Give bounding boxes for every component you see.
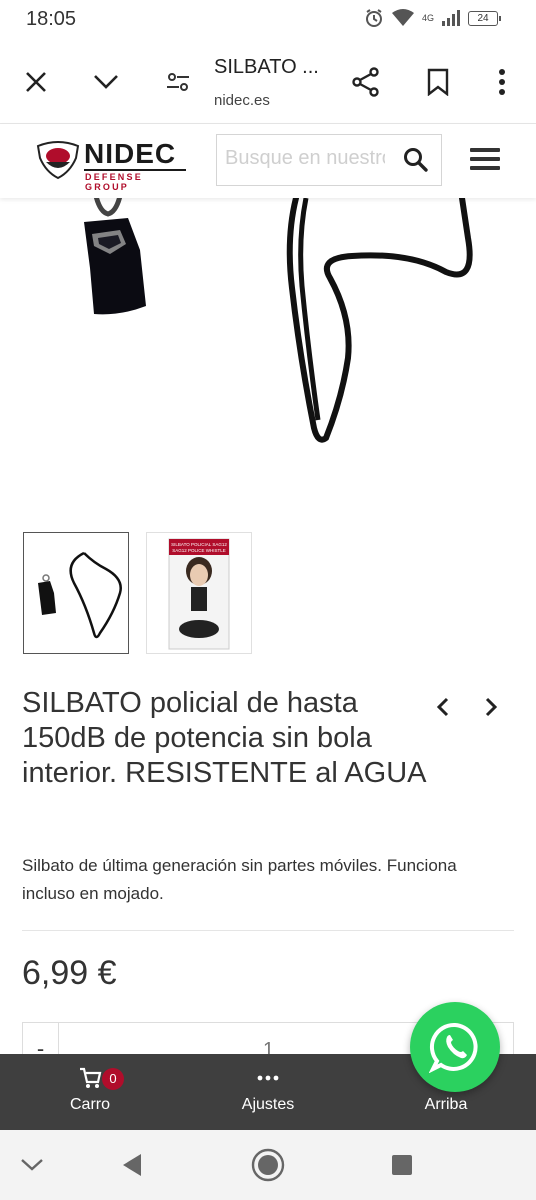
close-icon <box>26 72 46 92</box>
whatsapp-icon <box>429 1022 478 1073</box>
search-button[interactable] <box>403 147 431 175</box>
status-time: 18:05 <box>26 8 77 30</box>
menu-bar <box>470 148 500 152</box>
close-tab-button[interactable] <box>16 62 56 102</box>
site-header: NIDEC DEFENSE GROUP <box>0 124 536 198</box>
menu-button[interactable] <box>470 148 500 174</box>
recents-button[interactable] <box>382 1148 422 1182</box>
package-label-line-2: SAG12 POLICE WHISTLE <box>172 548 226 553</box>
signal-icon <box>442 10 460 26</box>
browser-toolbar: SILBATO ... nidec.es <box>0 40 536 124</box>
minimize-button[interactable] <box>86 62 126 102</box>
tab-title: SILBATO ... <box>214 56 319 78</box>
cart-count-badge: 0 <box>102 1068 124 1090</box>
logo-brand: NIDEC <box>84 138 177 169</box>
settings-label: Ajustes <box>241 1096 295 1113</box>
more-horiz-icon <box>257 1075 279 1081</box>
system-nav-bar <box>0 1130 536 1200</box>
menu-bar <box>470 166 500 170</box>
wifi-icon <box>391 9 414 26</box>
product-title: SILBATO policial de hasta 150dB de poten… <box>22 687 427 789</box>
chevron-down-icon <box>21 1159 43 1171</box>
previous-product-button[interactable] <box>428 690 458 724</box>
logo-tagline: DEFENSE GROUP <box>85 172 143 192</box>
next-product-button[interactable] <box>476 690 506 724</box>
product-description: Silbato de última generación sin partes … <box>22 856 457 903</box>
cart-icon-wrap <box>30 1066 150 1092</box>
bookmark-icon <box>427 68 449 96</box>
more-options-button[interactable] <box>482 62 522 102</box>
cart-button[interactable]: 0 Carro <box>30 1054 150 1130</box>
battery-level: 24 <box>477 12 489 24</box>
home-button[interactable] <box>248 1148 288 1182</box>
settings-button[interactable]: Ajustes <box>208 1054 328 1130</box>
section-divider <box>22 930 514 931</box>
alarm-icon <box>365 9 382 27</box>
top-label: Arriba <box>424 1096 468 1113</box>
more-vert-icon <box>499 69 505 95</box>
recents-square-icon <box>392 1155 412 1175</box>
search-icon <box>404 148 428 172</box>
status-bar: 18:05 4G 24 <box>0 0 536 40</box>
package-label-line-1: SILBATO POLICIAL SAG12 <box>171 542 227 547</box>
menu-bar <box>470 157 500 161</box>
hide-nav-button[interactable] <box>12 1148 52 1182</box>
product-main-image[interactable] <box>0 195 536 508</box>
thumbnail-package-image: SILBATO POLICIAL SAG12 SAG12 POLICE WHIS… <box>168 538 230 650</box>
whistle-lanyard-image <box>84 195 473 443</box>
search-input[interactable] <box>225 147 385 170</box>
chevron-right-icon <box>485 697 498 717</box>
chevron-left-icon <box>436 697 449 717</box>
tab-domain: nidec.es <box>214 92 270 109</box>
cart-icon <box>80 1067 102 1088</box>
status-icons: 4G 24 <box>364 8 501 28</box>
share-icon <box>352 67 379 97</box>
bookmark-button[interactable] <box>418 62 458 102</box>
network-type: 4G <box>421 13 434 23</box>
product-price: 6,99 € <box>22 954 117 992</box>
search-box <box>216 134 442 186</box>
nidec-logo[interactable]: NIDEC DEFENSE GROUP <box>36 138 188 192</box>
thumbnail-whistle-image <box>38 551 122 639</box>
chevron-down-icon <box>94 75 118 89</box>
home-circle-icon <box>251 1148 285 1182</box>
cart-label: Carro <box>69 1096 110 1113</box>
logo-divider <box>84 169 186 171</box>
whatsapp-button[interactable] <box>410 1002 500 1092</box>
settings-icon-wrap <box>208 1066 328 1092</box>
product-thumbnail-2[interactable]: SILBATO POLICIAL SAG12 SAG12 POLICE WHIS… <box>146 532 252 654</box>
back-button[interactable] <box>112 1148 152 1182</box>
share-button[interactable] <box>346 62 386 102</box>
battery-icon: 24 <box>468 10 501 26</box>
shield-logo-icon <box>36 141 80 180</box>
back-triangle-icon <box>123 1154 141 1176</box>
site-settings-button[interactable] <box>158 62 198 102</box>
tune-icon <box>167 73 189 91</box>
product-thumbnail-1[interactable] <box>23 532 129 654</box>
